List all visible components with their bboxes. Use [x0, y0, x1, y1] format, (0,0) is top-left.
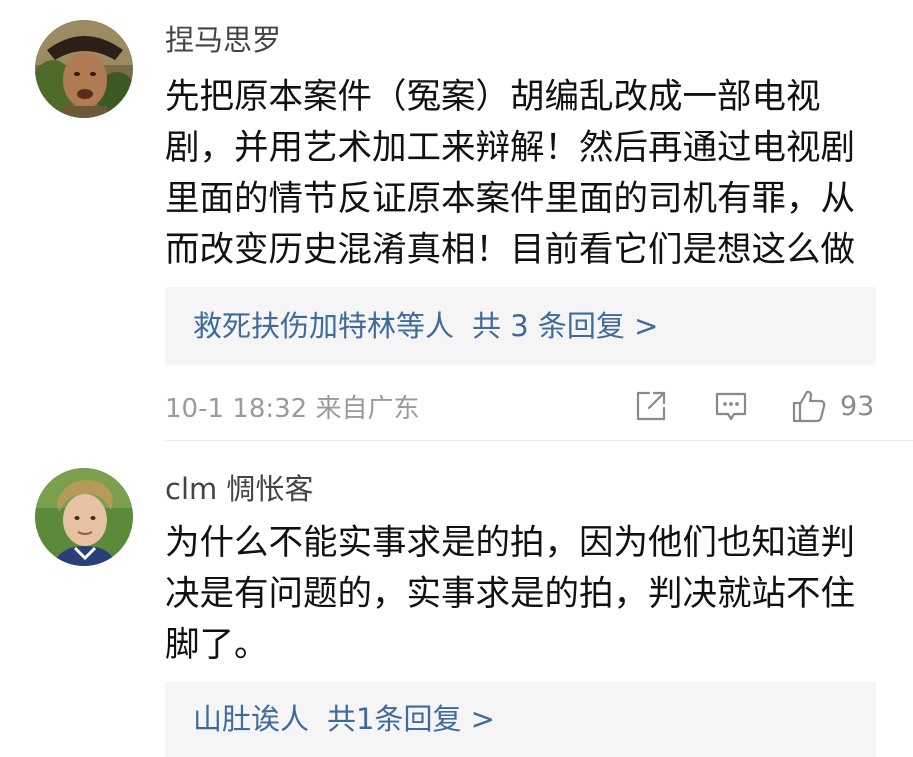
- comment-divider: [165, 440, 913, 441]
- replies-preview-button[interactable]: 山肚诶人 共1条回复 >: [165, 682, 876, 757]
- replies-preview-button[interactable]: 救死扶伤加特林等人共 3 条回复 >: [165, 287, 876, 365]
- like-button[interactable]: 93: [790, 386, 874, 426]
- comment-text-line: 而改变历史混淆真相！目前看它们是想这么做: [165, 230, 855, 270]
- reply-suffix: 等人: [396, 309, 455, 343]
- username[interactable]: 捏马思罗: [165, 20, 281, 60]
- comment-text-line: 为什么不能实事求是的拍，因为他们也知道判: [165, 523, 855, 563]
- reply-user-names[interactable]: 救死扶伤加特林: [193, 309, 396, 343]
- reply-icon[interactable]: [713, 386, 749, 426]
- comment-meta: 10-1 18:32 来自广东 93: [165, 384, 876, 428]
- comment-text-line: 决是有问题的，实事求是的拍，判决就站不住: [165, 574, 855, 614]
- comment-text: 先把原本案件（冤案）胡编乱改成一部电视 剧，并用艺术加工来辩解！然后再通过电视剧…: [165, 72, 885, 276]
- reply-user-names[interactable]: 山肚诶人: [193, 702, 309, 736]
- reply-count-link[interactable]: 共 3 条回复 >: [472, 309, 658, 343]
- avatar[interactable]: [35, 468, 133, 566]
- comment-text-line: 先把原本案件（冤案）胡编乱改成一部电视: [165, 77, 821, 117]
- share-icon[interactable]: [633, 386, 669, 426]
- comment-text-line: 里面的情节反证原本案件里面的司机有罪，从: [165, 179, 855, 219]
- comment-text-line: 脚了。: [165, 625, 269, 665]
- reply-count-link[interactable]: 共1条回复 >: [327, 702, 495, 736]
- comment-text: 为什么不能实事求是的拍，因为他们也知道判 决是有问题的，实事求是的拍，判决就站不…: [165, 518, 885, 671]
- comment-item: clm 惆怅客 为什么不能实事求是的拍，因为他们也知道判 决是有问题的，实事求是…: [0, 448, 913, 757]
- comment-text-line: 剧，并用艺术加工来辩解！然后再通过电视剧: [165, 128, 855, 168]
- comment-item: 捏马思罗 先把原本案件（冤案）胡编乱改成一部电视 剧，并用艺术加工来辩解！然后再…: [0, 0, 913, 440]
- username[interactable]: clm 惆怅客: [165, 469, 313, 509]
- avatar[interactable]: [35, 20, 133, 118]
- like-icon: [792, 390, 826, 423]
- like-count: 93: [840, 390, 875, 422]
- timestamp: 10-1 18:32 来自广东: [165, 394, 420, 424]
